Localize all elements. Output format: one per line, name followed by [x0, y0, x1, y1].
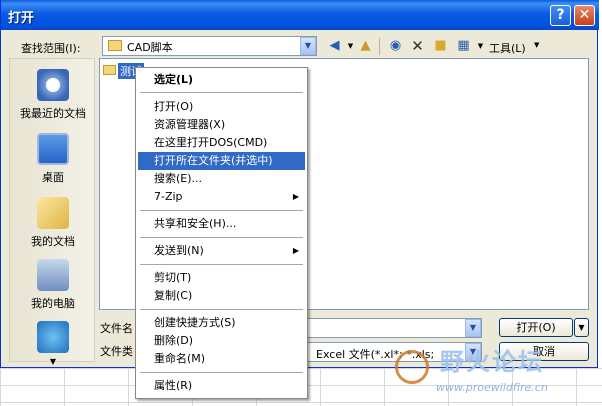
delete-icon[interactable]: ✕: [409, 38, 426, 54]
file-name-label: 文件名: [100, 322, 133, 335]
menu-item-7zip[interactable]: 7-Zip ▶: [138, 188, 305, 206]
watermark-logo: [395, 350, 429, 384]
tools-menu-button[interactable]: 工具(L): [489, 40, 526, 56]
chevron-down-icon[interactable]: ▼: [300, 37, 316, 55]
menu-item-select[interactable]: 选定(L): [138, 71, 305, 89]
menu-item-properties[interactable]: 属性(R): [138, 377, 305, 395]
menu-item-open[interactable]: 打开(O): [138, 98, 305, 116]
menu-item-cut[interactable]: 剪切(T): [138, 269, 305, 287]
submenu-arrow-icon: ▶: [292, 246, 299, 255]
dialog-title: 打开: [8, 11, 35, 26]
folder-icon: [108, 40, 122, 51]
back-icon[interactable]: ◀: [326, 38, 343, 54]
menu-item-label: 7-Zip: [154, 190, 183, 203]
title-bar[interactable]: 打开 ? ✕: [1, 0, 599, 30]
look-in-value: CAD脚本: [127, 41, 173, 54]
place-label: 我的文档: [31, 235, 75, 248]
menu-separator: [140, 92, 303, 93]
menu-item-copy[interactable]: 复制(C): [138, 287, 305, 305]
chevron-down-icon[interactable]: ▼: [472, 38, 489, 54]
look-in-combo[interactable]: CAD脚本 ▼: [102, 36, 317, 56]
place-desktop[interactable]: 桌面: [10, 133, 96, 185]
open-dropdown-button[interactable]: ▼: [574, 318, 589, 337]
menu-item-open-dos[interactable]: 在这里打开DOS(CMD): [138, 134, 305, 152]
menu-item-delete[interactable]: 删除(D): [138, 332, 305, 350]
close-button[interactable]: ✕: [574, 5, 595, 26]
place-my-documents[interactable]: 我的文档: [10, 197, 96, 249]
recent-documents-icon: [37, 69, 69, 101]
menu-item-label: 发送到(N): [154, 244, 204, 257]
menu-item-send-to[interactable]: 发送到(N) ▶: [138, 242, 305, 260]
submenu-arrow-icon: ▶: [292, 192, 299, 201]
help-button[interactable]: ?: [550, 5, 571, 26]
file-name-input[interactable]: ▼: [307, 318, 482, 338]
new-folder-icon[interactable]: ■: [432, 38, 449, 54]
menu-separator: [140, 309, 303, 310]
menu-item-create-shortcut[interactable]: 创建快捷方式(S): [138, 314, 305, 332]
menu-item-sharing[interactable]: 共享和安全(H)...: [138, 215, 305, 233]
views-icon[interactable]: ▦: [455, 38, 472, 54]
menu-item-rename[interactable]: 重命名(M): [138, 350, 305, 368]
file-type-label: 文件类: [100, 345, 133, 358]
search-web-icon[interactable]: ◉: [387, 38, 404, 54]
watermark-url: www.proewildfire.cn: [436, 381, 548, 394]
places-bar: 我最近的文档 桌面 我的文档 我的电脑 ▼: [9, 58, 96, 366]
toolbar-divider: [379, 38, 380, 55]
up-folder-icon[interactable]: ▲: [357, 38, 374, 54]
watermark-text: 野火论坛: [440, 348, 544, 376]
chevron-down-icon[interactable]: ▼: [534, 41, 539, 49]
menu-item-search[interactable]: 搜索(E)...: [138, 170, 305, 188]
menu-separator: [140, 264, 303, 265]
menu-separator: [140, 237, 303, 238]
desktop-icon: [37, 133, 69, 165]
place-label: 我最近的文档: [20, 107, 86, 120]
menu-separator: [140, 372, 303, 373]
place-recent-documents[interactable]: 我最近的文档: [10, 69, 96, 121]
down-arrow-icon: ▼: [49, 357, 57, 366]
menu-item-open-containing-folder[interactable]: 打开所在文件夹(并选中): [138, 152, 305, 170]
place-label: 桌面: [42, 171, 64, 184]
place-network[interactable]: ▼: [10, 321, 96, 366]
my-documents-icon: [37, 197, 69, 229]
my-computer-icon: [37, 259, 69, 291]
chevron-down-icon[interactable]: ▼: [465, 319, 481, 337]
open-button[interactable]: 打开(O): [499, 318, 573, 337]
context-menu: 选定(L) 打开(O) 资源管理器(X) 在这里打开DOS(CMD) 打开所在文…: [135, 67, 308, 399]
look-in-label: 查找范围(I):: [21, 42, 81, 55]
menu-separator: [140, 210, 303, 211]
folder-icon: [103, 65, 116, 75]
place-my-computer[interactable]: 我的电脑: [10, 259, 96, 311]
network-places-icon: [37, 321, 69, 353]
place-label: 我的电脑: [31, 297, 75, 310]
menu-item-explorer[interactable]: 资源管理器(X): [138, 116, 305, 134]
